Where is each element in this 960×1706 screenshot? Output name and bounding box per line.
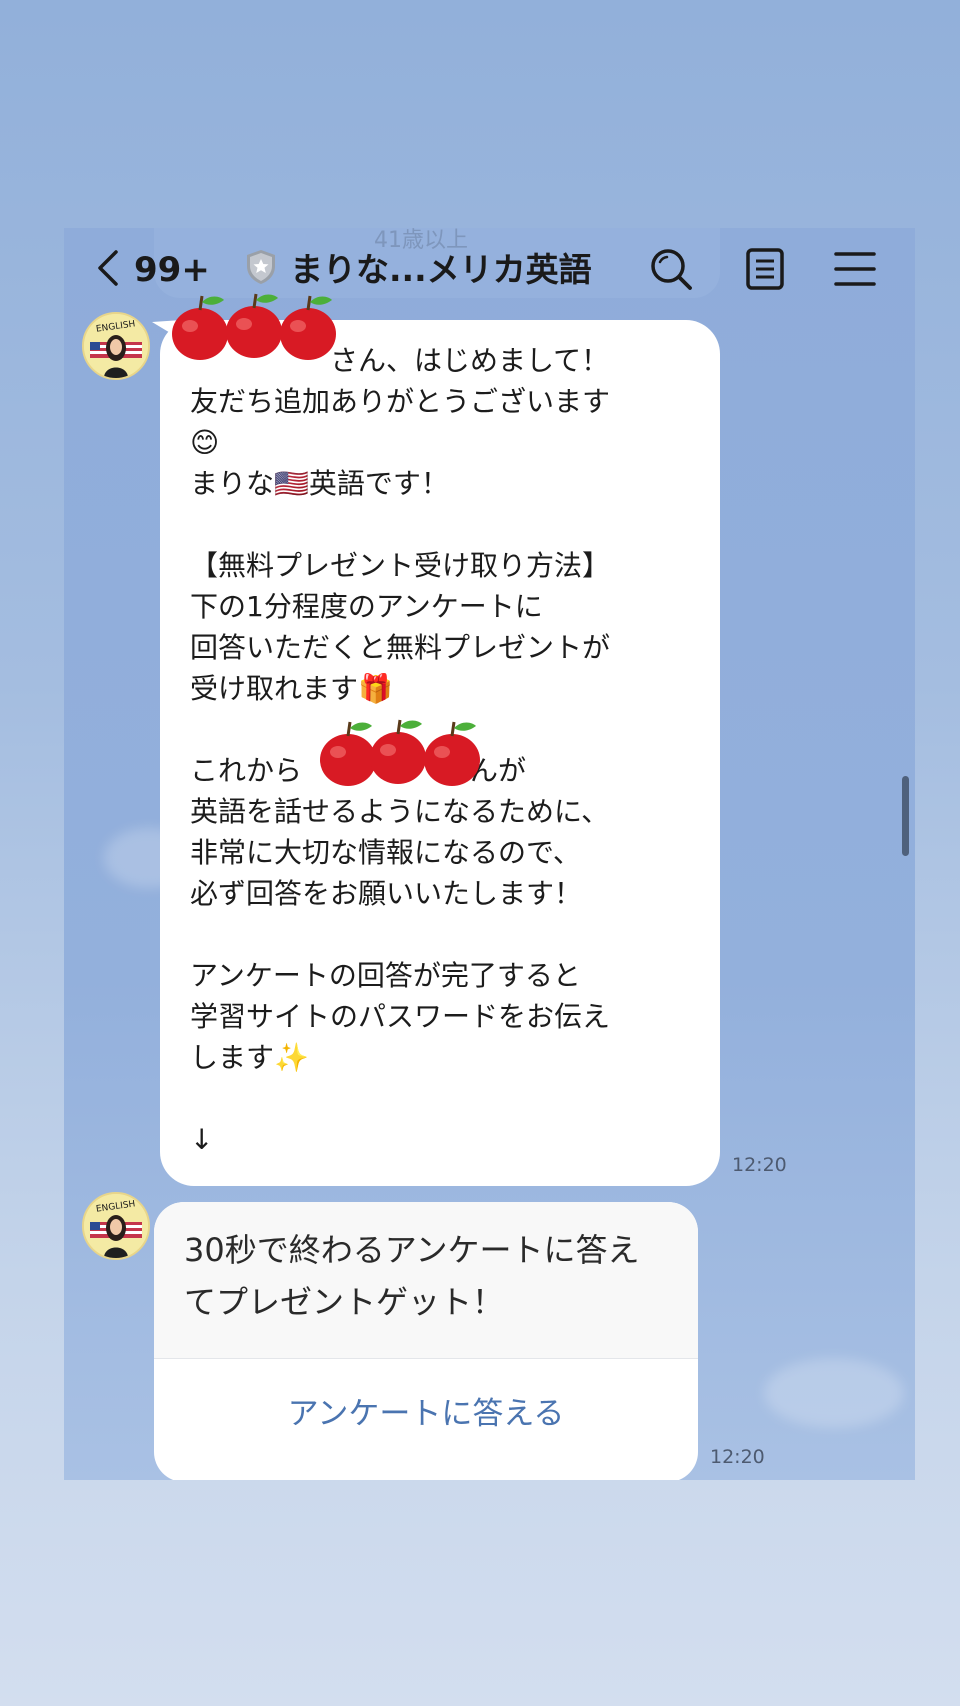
search-icon[interactable] [648, 246, 694, 292]
answer-survey-button[interactable]: アンケートに答える [154, 1359, 698, 1469]
verified-shield-icon [247, 250, 275, 284]
apple-sticker-icon [424, 721, 480, 786]
scrollbar[interactable] [902, 776, 909, 856]
back-chevron-icon[interactable] [94, 248, 124, 288]
apple-sticker-icon [280, 295, 336, 360]
notes-icon[interactable] [742, 246, 788, 292]
chat-screen: 41歳以上 99+ まりな...メリカ英語 ENGLISH さん、はじめまして！… [64, 228, 915, 1480]
card-timestamp: 12:20 [710, 1446, 765, 1468]
avatar[interactable]: ENGLISH [82, 1192, 150, 1260]
message-timestamp: 12:20 [732, 1154, 787, 1176]
unread-count[interactable]: 99+ [134, 250, 210, 290]
chat-title[interactable]: まりな...メリカ英語 [290, 250, 592, 290]
menu-icon[interactable] [832, 246, 878, 292]
survey-card: 30秒で終わるアンケートに答えてプレゼントゲット！ アンケートに答える [154, 1202, 698, 1480]
background-cloud [764, 1358, 904, 1428]
avatar[interactable]: ENGLISH [82, 312, 150, 380]
card-text: 30秒で終わるアンケートに答えてプレゼントゲット！ [154, 1202, 698, 1358]
